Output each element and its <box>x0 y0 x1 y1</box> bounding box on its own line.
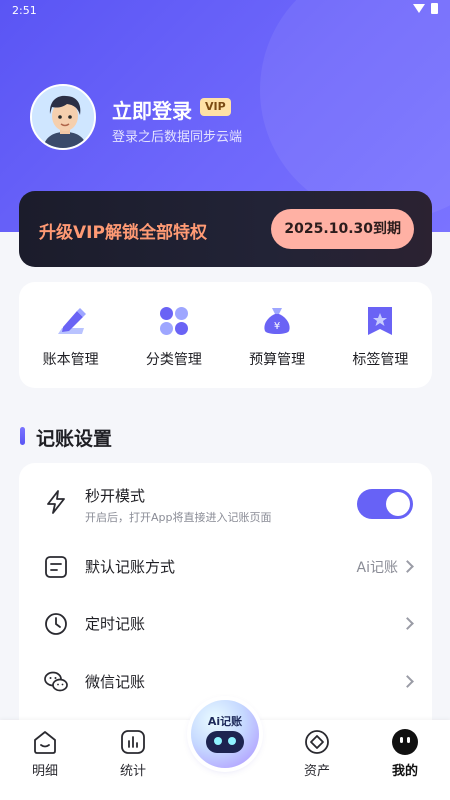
setting-scheduled[interactable]: 定时记账 <box>19 595 432 651</box>
tab-label: 我的 <box>391 764 418 779</box>
setting-title: 默认记账方式 <box>85 558 176 576</box>
section-accent-bar <box>20 427 25 445</box>
chevron-right-icon <box>401 560 414 573</box>
vip-upgrade-banner[interactable]: 升级VIP解锁全部特权 2025.10.30到期 <box>19 191 432 267</box>
vip-banner-title: 升级VIP解锁全部特权 <box>39 223 207 243</box>
decorative-circle <box>260 0 450 220</box>
tab-label: 统计 <box>119 764 146 779</box>
lightning-icon <box>47 490 65 514</box>
section-title: 记账设置 <box>36 428 113 450</box>
status-icons <box>413 3 438 14</box>
battery-icon <box>431 3 438 14</box>
quick-action-tags[interactable]: 标签管理 <box>329 282 432 388</box>
tab-mine[interactable]: 我的 <box>360 720 450 800</box>
home-icon <box>34 731 56 754</box>
bookmark-star-icon <box>368 307 393 335</box>
tab-assets[interactable]: 资产 <box>272 720 362 800</box>
setting-default-method[interactable]: 默认记账方式 Ai记账 <box>19 539 432 595</box>
svg-text:¥: ¥ <box>274 321 280 332</box>
quick-open-toggle[interactable] <box>357 489 413 519</box>
tab-stats[interactable]: 统计 <box>88 720 178 800</box>
setting-title: 定时记账 <box>85 615 146 633</box>
quick-action-label: 标签管理 <box>352 352 409 368</box>
quick-action-category[interactable]: 分类管理 <box>122 282 225 388</box>
vip-expire-pill[interactable]: 2025.10.30到期 <box>271 209 414 249</box>
chevron-right-icon <box>401 675 414 688</box>
setting-description: 开启后，打开App将直接进入记账页面 <box>85 511 272 524</box>
setting-title: 秒开模式 <box>85 487 146 505</box>
login-subtitle: 登录之后数据同步云端 <box>112 130 243 145</box>
quick-action-ledger[interactable]: 账本管理 <box>19 282 122 388</box>
quick-action-label: 预算管理 <box>249 352 306 368</box>
quick-action-label: 分类管理 <box>145 352 202 368</box>
toggle-knob <box>386 492 410 516</box>
avatar[interactable] <box>30 84 96 150</box>
note-icon <box>45 556 67 578</box>
tab-details[interactable]: 明细 <box>0 720 90 800</box>
quick-action-budget[interactable]: ¥ 预算管理 <box>226 282 329 388</box>
login-title[interactable]: 立即登录 <box>112 95 192 124</box>
setting-title: 微信记账 <box>85 673 146 691</box>
vip-badge: VIP <box>200 98 231 116</box>
robot-face-icon <box>206 731 244 753</box>
status-bar: 2:51 <box>0 0 450 22</box>
ledger-edit-icon <box>57 308 86 334</box>
ai-record-button[interactable]: Ai记账 <box>191 700 259 768</box>
quick-actions-card: 账本管理 分类管理 ¥ 预算管理 标签管理 <box>19 282 432 388</box>
money-bag-icon: ¥ <box>264 308 290 334</box>
tab-label: 资产 <box>303 764 330 779</box>
quick-action-label: 账本管理 <box>42 352 99 368</box>
setting-quick-open[interactable]: 秒开模式 开启后，打开App将直接进入记账页面 <box>19 463 432 539</box>
tab-label: 明细 <box>31 764 58 779</box>
status-time: 2:51 <box>12 4 37 17</box>
face-icon <box>392 729 418 755</box>
wechat-icon <box>44 671 68 692</box>
chart-icon <box>121 730 145 754</box>
wifi-icon <box>413 4 425 13</box>
ai-button-label: Ai记账 <box>207 715 243 728</box>
chevron-right-icon <box>401 617 414 630</box>
setting-value: Ai记账 <box>356 560 398 576</box>
clock-icon <box>45 613 67 635</box>
category-grid-icon <box>159 307 188 335</box>
diamond-icon <box>305 730 329 754</box>
